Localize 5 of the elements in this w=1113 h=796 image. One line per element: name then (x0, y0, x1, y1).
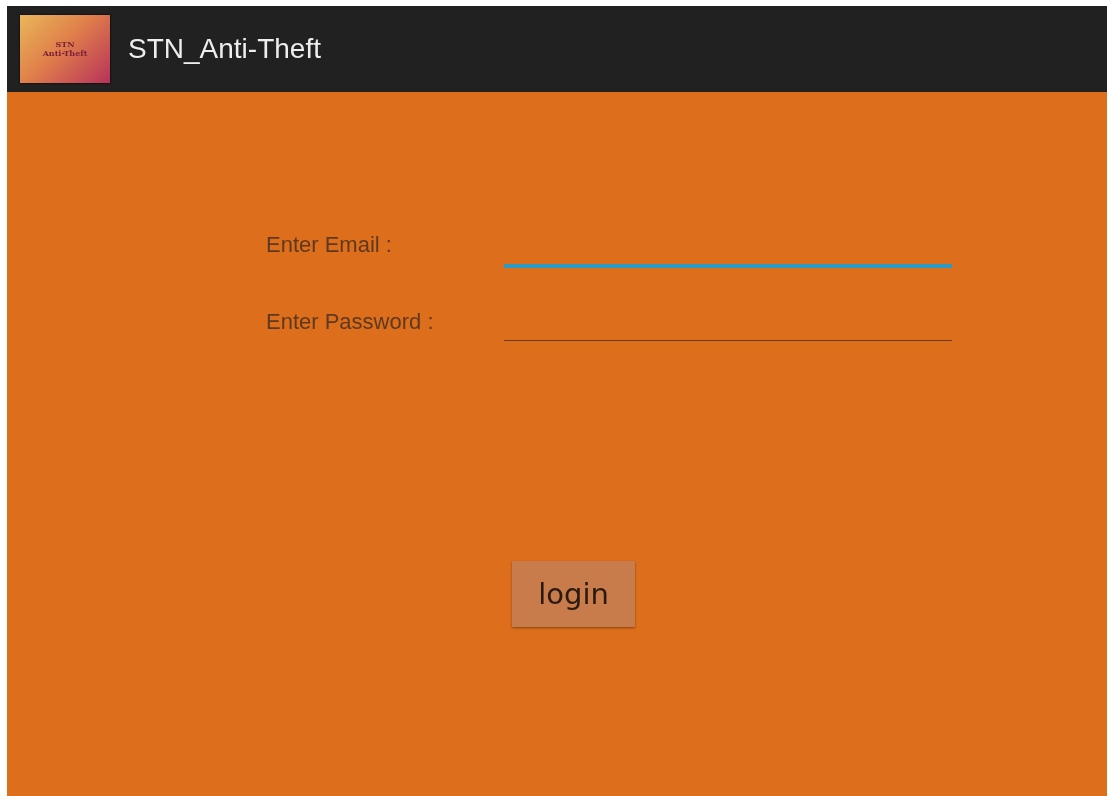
app-logo: STN Anti-Theft (20, 15, 110, 83)
field-label: Enter Password : (266, 309, 435, 336)
field-label: Enter Email : (266, 232, 393, 259)
login-button[interactable]: login (512, 561, 635, 627)
app-title: STN_Anti-Theft (128, 33, 321, 65)
